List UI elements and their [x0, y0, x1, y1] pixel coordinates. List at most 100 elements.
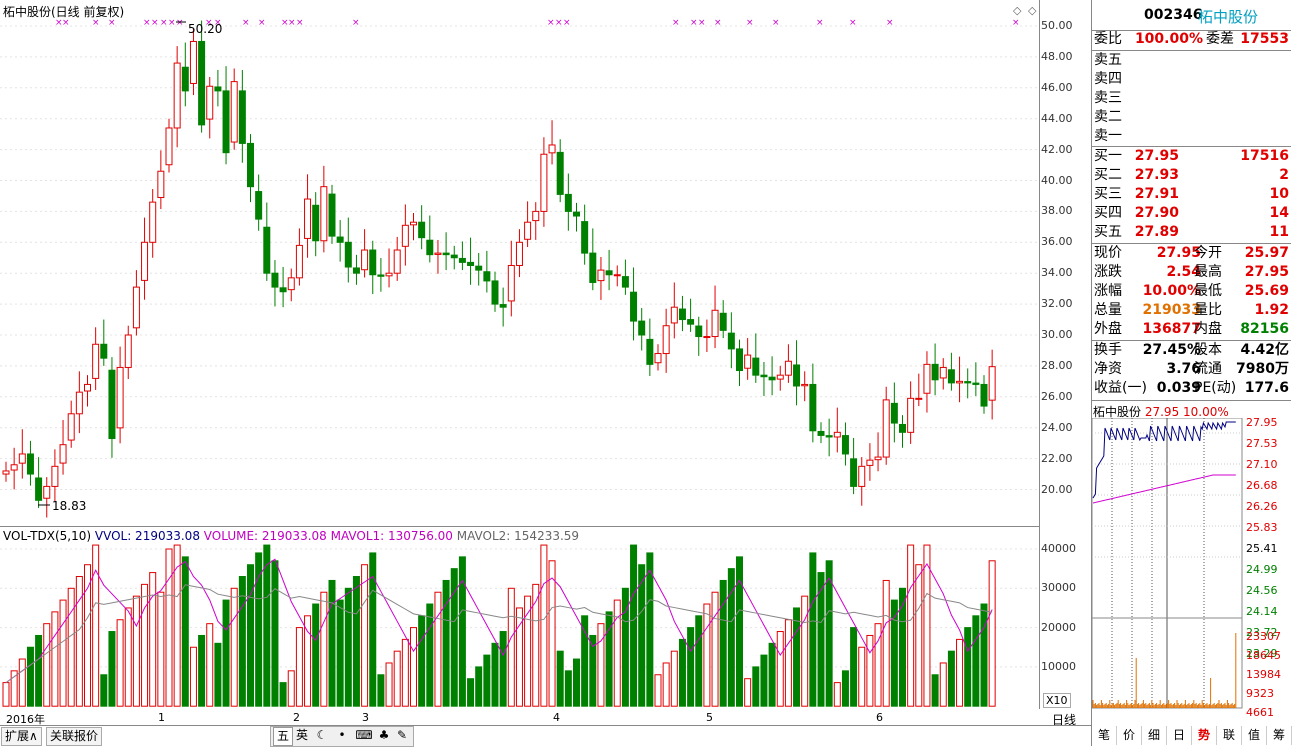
- close-icon[interactable]: ◇: [1028, 4, 1036, 17]
- price-axis-label: 38.00: [1041, 204, 1073, 218]
- volume-bar-down: [931, 674, 939, 707]
- volume-bar-down: [573, 658, 580, 707]
- shirt-icon[interactable]: ♣: [375, 727, 393, 744]
- volume-bar-down: [377, 674, 385, 707]
- candle-down: [255, 191, 263, 220]
- volume-bar-up: [141, 583, 149, 707]
- candle-up: [858, 465, 866, 487]
- candle-up: [915, 397, 923, 400]
- volume-bar-up: [507, 587, 515, 707]
- volume-bar-down: [442, 579, 450, 707]
- volume-bar-up: [833, 682, 841, 707]
- candle-up: [670, 306, 678, 324]
- candle-up: [320, 186, 328, 242]
- volume-bar-down: [972, 615, 980, 707]
- buy-row-1: 买一 27.95 17516: [1094, 147, 1291, 166]
- right-tab-7[interactable]: 筹: [1267, 726, 1292, 745]
- candle-up: [51, 465, 59, 487]
- candle-down: [108, 369, 116, 440]
- volume-bar-up: [540, 544, 548, 707]
- volume-bar-down: [214, 642, 222, 707]
- fund-value-2: 177.6: [1244, 380, 1289, 396]
- right-tab-3[interactable]: 日: [1167, 726, 1192, 745]
- candle-down: [947, 369, 955, 384]
- candle-up: [10, 464, 18, 471]
- volume-bar-down: [467, 678, 475, 707]
- volume-chart-area[interactable]: [0, 527, 1040, 709]
- buy-label: 买一: [1094, 148, 1122, 164]
- candle-up: [939, 366, 947, 379]
- signal-marker: ×: [258, 18, 266, 28]
- candle-up: [597, 269, 605, 282]
- kline-chart-area[interactable]: × × × × × × × × × × × × × × × × × × × × × × × × × × × × × ×: [0, 0, 1040, 527]
- candle-up: [84, 383, 91, 392]
- right-tab-6[interactable]: 值: [1242, 726, 1267, 745]
- candle-down: [964, 381, 972, 384]
- diamond-icon[interactable]: ◇: [1013, 4, 1021, 17]
- candle-down: [458, 257, 466, 263]
- mini-price-label: 27.53: [1246, 437, 1278, 450]
- moon-icon[interactable]: ☾: [313, 727, 331, 744]
- volume-bar-down: [850, 627, 858, 707]
- candle-up: [923, 363, 931, 394]
- quote-label-2: 内盘: [1194, 321, 1222, 337]
- wubi-icon[interactable]: 五: [273, 727, 293, 746]
- volume-bar-up: [654, 674, 662, 707]
- candle-down: [890, 402, 898, 424]
- volume-bar-down: [499, 631, 507, 707]
- indicator-name[interactable]: VOL-TDX(5,10): [3, 529, 91, 543]
- volume-bar-down: [263, 544, 271, 707]
- right-tab-4[interactable]: 势: [1192, 726, 1217, 745]
- candle-down: [352, 267, 360, 274]
- candle-down: [727, 332, 735, 350]
- mini-vol-label: 23307: [1246, 630, 1281, 643]
- quote-row: 涨幅 10.00% 最低 25.69: [1094, 282, 1291, 301]
- candle-up: [116, 366, 124, 429]
- english-icon[interactable]: 英: [293, 727, 311, 744]
- volume-bar-up: [304, 615, 312, 707]
- signal-marker: ×: [698, 18, 706, 28]
- volume-bar-up: [116, 619, 124, 707]
- volume-bar-down: [564, 670, 572, 707]
- expand-tab[interactable]: 扩展∧: [1, 727, 42, 746]
- candle-up: [532, 210, 540, 222]
- candle-up: [882, 399, 890, 458]
- volume-bar-up: [866, 634, 874, 707]
- volume-value: VOLUME: 219033.08: [203, 529, 327, 543]
- right-tab-1[interactable]: 价: [1117, 726, 1142, 745]
- price-axis-label: 50.00: [1041, 19, 1073, 32]
- candle-up: [744, 354, 752, 369]
- right-tab-0[interactable]: 笔: [1092, 726, 1117, 745]
- volume-bar-down: [35, 634, 43, 707]
- right-tab-2[interactable]: 细: [1142, 726, 1167, 745]
- volume-bar-up: [295, 627, 303, 707]
- mini-pct: 10.00%: [1183, 405, 1229, 419]
- candle-up: [165, 127, 173, 166]
- candle-down: [695, 325, 703, 338]
- quote-value-2: 27.95: [1244, 264, 1289, 280]
- volume-bar-down: [352, 576, 360, 707]
- mini-price: 27.95: [1144, 405, 1180, 419]
- volume-chart[interactable]: [0, 527, 1040, 709]
- related-quote-tab[interactable]: 关联报价: [46, 727, 103, 746]
- fund-value: 27.45%: [1142, 342, 1201, 358]
- volume-bar-down: [841, 670, 849, 707]
- mini-price-label: 26.26: [1246, 500, 1278, 513]
- candle-up: [59, 444, 67, 464]
- candle-down: [26, 453, 34, 475]
- volume-bar-up: [923, 544, 931, 707]
- volume-bar-down: [646, 552, 654, 707]
- signal-marker: ×: [151, 18, 159, 28]
- kline-chart[interactable]: × × × × × × × × × × × × × × × × × × × × × × × × × × × × × ×: [0, 0, 1040, 527]
- right-tab-5[interactable]: 联: [1217, 726, 1242, 745]
- dot-icon[interactable]: •: [333, 727, 351, 744]
- volume-bar-down: [556, 650, 564, 707]
- volume-bar-down: [108, 631, 116, 707]
- keyboard-icon[interactable]: ⌨: [355, 727, 373, 744]
- volume-bar-up: [385, 662, 393, 707]
- wrench-icon[interactable]: ✎: [393, 727, 411, 744]
- volume-bar-down: [581, 615, 589, 707]
- buy-volume: 14: [1269, 205, 1289, 221]
- signal-marker: ×: [547, 18, 555, 28]
- volume-bar-up: [907, 544, 915, 707]
